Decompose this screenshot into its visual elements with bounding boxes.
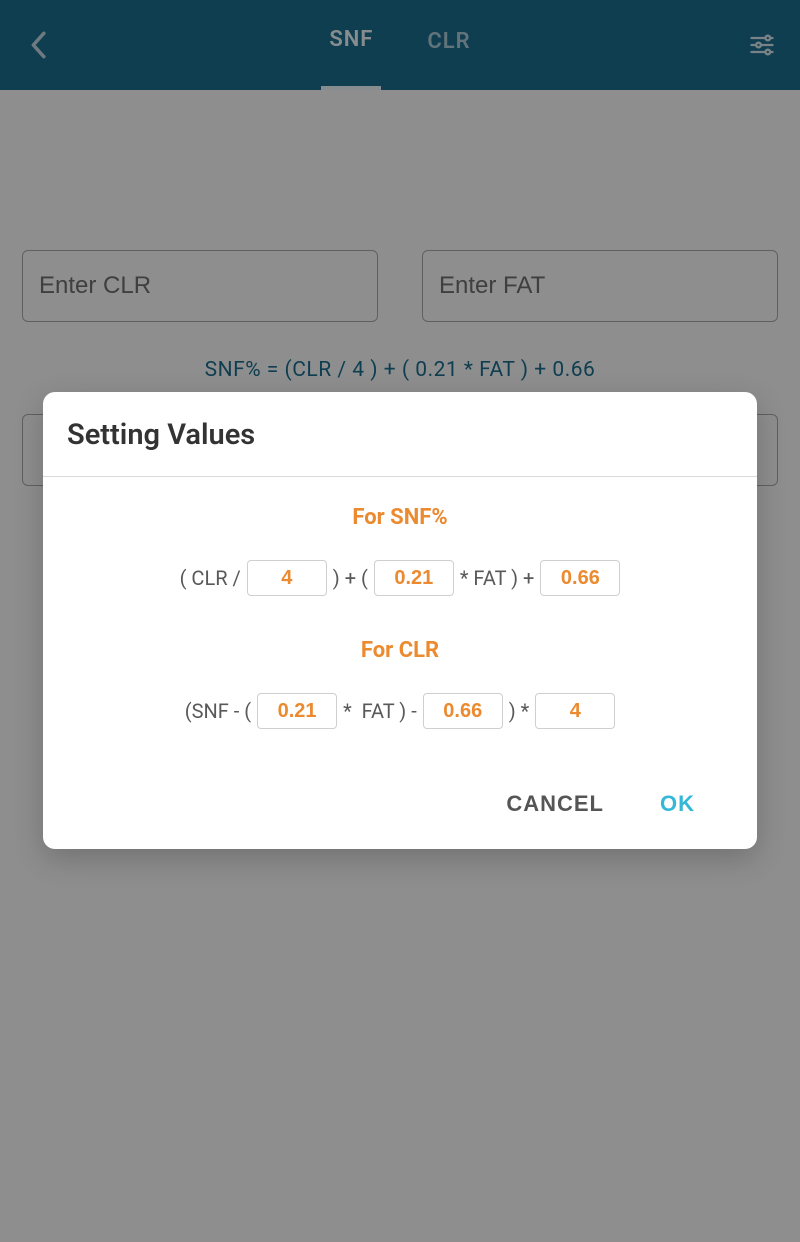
clr-value-1[interactable]: [257, 693, 337, 729]
dialog-header: Setting Values: [43, 392, 757, 477]
clr-value-3[interactable]: [535, 693, 615, 729]
clr-formula-row: (SNF - ( * FAT ) - ) *: [67, 693, 733, 729]
clr-value-2[interactable]: [423, 693, 503, 729]
snf-text-2: ) + (: [333, 566, 368, 590]
ok-button[interactable]: OK: [660, 791, 695, 817]
snf-value-3[interactable]: [540, 560, 620, 596]
snf-text-1: ( CLR /: [180, 566, 241, 590]
dialog-title: Setting Values: [67, 418, 733, 452]
snf-section-title: For SNF%: [67, 505, 733, 530]
dialog-actions: CANCEL OK: [43, 781, 757, 849]
snf-text-3: * FAT ) +: [460, 566, 535, 590]
snf-value-1[interactable]: [247, 560, 327, 596]
dialog-body: For SNF% ( CLR / ) + ( * FAT ) + For CLR…: [43, 477, 757, 781]
settings-dialog: Setting Values For SNF% ( CLR / ) + ( * …: [43, 392, 757, 849]
clr-text-3: ) *: [509, 699, 530, 723]
snf-value-2[interactable]: [374, 560, 454, 596]
clr-text-1: (SNF - (: [185, 699, 251, 723]
cancel-button[interactable]: CANCEL: [506, 791, 604, 817]
snf-formula-row: ( CLR / ) + ( * FAT ) +: [67, 560, 733, 596]
clr-text-2: * FAT ) -: [343, 699, 417, 723]
modal-overlay[interactable]: Setting Values For SNF% ( CLR / ) + ( * …: [0, 0, 800, 1242]
clr-section-title: For CLR: [67, 638, 733, 663]
